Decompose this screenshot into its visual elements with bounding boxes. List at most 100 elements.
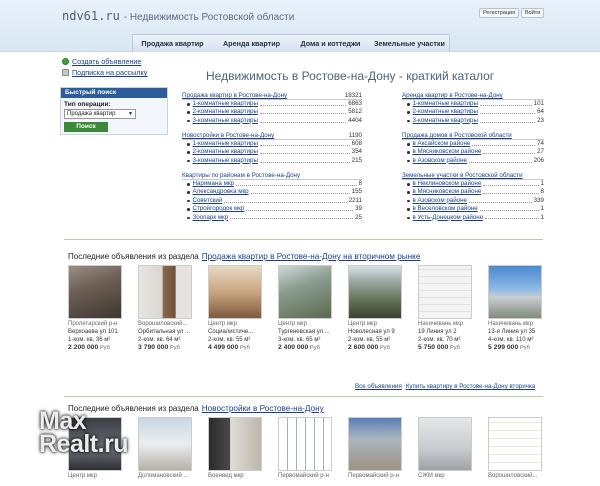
catalog-block-title[interactable]: Аренда квартир в Ростове-на-Дону: [402, 92, 503, 99]
catalog-item-link[interactable]: в Мясниковском районе: [413, 188, 482, 196]
listing-district: Нахичевань мкр: [488, 321, 534, 327]
listing-photo[interactable]: [208, 417, 262, 471]
catalog-item-link[interactable]: 1-комнатные квартиры: [413, 100, 478, 108]
dotted-leader: [483, 180, 539, 186]
catalog-block-title[interactable]: Новостройки в Ростове-на-Дону: [182, 132, 274, 139]
catalog-item-count: 4404: [348, 116, 362, 124]
catalog-block: Аренда квартир в Ростове-на-Дону 1-комнат…: [402, 92, 544, 125]
catalog-item-link[interactable]: в Мясниковском районе: [413, 148, 482, 156]
catalog-item-count: 5812: [348, 108, 362, 116]
listing-card[interactable]: Нахичевань мкр 19 Линия ул 2 2-ком. кв. 70…: [418, 265, 476, 351]
catalog-block-title[interactable]: Продажа домов в Ростовской области: [402, 132, 512, 139]
bullet-icon: [407, 216, 410, 220]
bullet-icon: [187, 151, 190, 154]
buy-apartment-link[interactable]: Купить квартиру в Ростове-на-Дону вторич…: [406, 383, 535, 390]
listing-card[interactable]: СЖМ мкр: [418, 417, 476, 480]
listing-details: 4-ком. кв. 110 м²: [488, 337, 534, 343]
listing-photo[interactable]: [348, 265, 402, 319]
catalog-block: Новостройки в Ростове-на-Дону 1190 1-комна…: [182, 132, 362, 165]
catalog-item-link[interactable]: 3-комнатные квартиры: [413, 117, 478, 125]
catalog-item-link[interactable]: 2-комнатные квартиры: [193, 148, 258, 156]
catalog-item: 3-комнатные квартиры 215: [182, 157, 362, 165]
catalog-item-link[interactable]: 2-комнатные квартиры: [193, 108, 258, 116]
catalog-item-link[interactable]: Нариманa мкр: [193, 180, 234, 188]
nav-tab-rent[interactable]: Аренда квартир: [212, 35, 291, 52]
all-ads-link[interactable]: Все объявления: [355, 383, 402, 390]
chevron-down-icon: ▼: [128, 111, 133, 117]
catalog-item: в Мясниковском районе 8: [402, 188, 544, 196]
listing-details: 2-ком. кв. 70 м²: [418, 337, 461, 343]
nav-tab-sale[interactable]: Продажа квартир: [133, 35, 212, 52]
listing-card[interactable]: Ворошиловский...: [488, 417, 546, 480]
catalog-item-link[interactable]: в Азовском районе: [413, 197, 467, 205]
catalog-item-link[interactable]: Стройгородок мкр: [193, 205, 245, 213]
listing-card[interactable]: Военвед мкр: [208, 417, 266, 480]
listing-photo[interactable]: [208, 265, 262, 319]
listing-card[interactable]: Центр мкр Социалистиче... 2-ком. кв. 55 м²…: [208, 265, 266, 351]
catalog-item-link[interactable]: 1-комнатные квартиры: [193, 100, 258, 108]
catalog-block-header: Продажа домов в Ростовской области: [402, 132, 544, 140]
catalog-block-title[interactable]: Земельные участки в Ростовской области: [402, 172, 523, 179]
dotted-leader: [259, 140, 350, 146]
catalog-item-link[interactable]: в Веселовском районе: [413, 205, 478, 213]
catalog-item-link[interactable]: 3-комнатные квартиры: [193, 117, 258, 125]
bullet-icon: [407, 183, 410, 186]
listing-photo[interactable]: [68, 265, 122, 319]
catalog-item-link[interactable]: в Аксайском районе: [413, 140, 471, 148]
add-ad-link[interactable]: Создать объявление: [62, 57, 141, 66]
listing-card[interactable]: Первомайский р-н: [278, 417, 336, 480]
login-button[interactable]: Войти: [521, 8, 545, 18]
listing-district: Центр мкр: [208, 321, 237, 327]
catalog-item-link[interactable]: в Усть-Донецком районе: [413, 214, 484, 222]
catalog-item-link[interactable]: Советский: [193, 197, 223, 205]
listing-photo[interactable]: [418, 417, 472, 471]
section-title-secondary: Последние объявления из раздела Продажа к…: [68, 252, 421, 261]
catalog-item-link[interactable]: в Неклиновском районе: [413, 180, 482, 188]
catalog-item-link[interactable]: 3-комнатные квартиры: [193, 157, 258, 165]
listing-card[interactable]: Нахичевань мкр 13-я Линия ул 35 4-ком. кв.…: [488, 265, 546, 351]
dotted-leader: [479, 205, 539, 212]
site-logo[interactable]: ndv61.ru - Недвижимость Ростовской област…: [62, 9, 294, 23]
dotted-leader: [468, 157, 532, 163]
catalog-block-title[interactable]: Продажа квартир в Ростове-на-Дону: [182, 92, 287, 99]
listing-card[interactable]: Ворошиловский... Орбитальная ул ... 2-ком.…: [138, 265, 196, 351]
subscribe-link[interactable]: Подписка на рассылку: [62, 68, 147, 77]
catalog-item-count: 354: [351, 148, 362, 156]
operation-type-select[interactable]: Продажа квартир ▼: [64, 109, 136, 119]
listing-photo[interactable]: [418, 265, 472, 319]
bullet-icon: [407, 151, 410, 154]
nav-tab-houses[interactable]: Дома и коттеджи: [291, 35, 370, 52]
main-nav: Продажа квартир Аренда квартир Дома и ко…: [132, 34, 450, 52]
listing-photo[interactable]: [138, 265, 192, 319]
listing-photo[interactable]: [278, 417, 332, 471]
operation-type-label: Тип операции:: [64, 101, 111, 108]
search-button[interactable]: Поиск: [64, 122, 108, 132]
listing-photo[interactable]: [348, 417, 402, 471]
register-button[interactable]: Регистрация: [479, 8, 520, 18]
listing-photo[interactable]: [488, 417, 542, 471]
nav-tab-land[interactable]: Земельные участки: [370, 35, 449, 52]
listing-photo[interactable]: [488, 265, 542, 319]
listing-street: Тургеневская ул ...: [278, 329, 330, 335]
catalog-block: Продажа домов в Ростовской области в Акса…: [402, 132, 544, 165]
catalog-item-link[interactable]: Зоопарк мкр: [193, 214, 229, 222]
catalog-item-link[interactable]: 2-комнатные квартиры: [413, 108, 478, 116]
catalog-item-link[interactable]: 1-комнатные квартиры: [193, 140, 258, 148]
watermark-logo: Max Realt.ru: [39, 407, 129, 458]
catalog-item: Стройгородок мкр 39: [182, 205, 362, 213]
listing-card[interactable]: Центр мкр Тургеневская ул ... 3-ком. кв. 6…: [278, 265, 336, 351]
listing-card[interactable]: Пролетарский р-н Верхоаева ул 101 1-ком. к…: [68, 265, 126, 351]
listing-details: 2-ком. кв. 64 м²: [138, 337, 181, 343]
listing-photo[interactable]: [138, 417, 192, 471]
catalog-item-link[interactable]: Александровка мкр: [193, 188, 249, 196]
listing-details: 2-ком. кв. 55 м²: [348, 337, 391, 343]
listing-photo[interactable]: [278, 265, 332, 319]
catalog-item-link[interactable]: в Азовском районе: [413, 157, 467, 165]
listing-card[interactable]: Доломановский ...: [138, 417, 196, 480]
section-link-secondary[interactable]: Продажа квартир в Ростове-на-Дону на вто…: [202, 252, 421, 261]
listing-card[interactable]: Первомайский р-н: [348, 417, 406, 480]
fast-search-title: Быстрый поиск: [61, 88, 167, 98]
listing-card[interactable]: Центр мкр Новолесная ул 9 2-ком. кв. 55 м²…: [348, 265, 406, 351]
section-link-new[interactable]: Новостройки в Ростове-на-Дону: [202, 404, 324, 413]
catalog-item: 1-комнатные квартиры 6863: [182, 100, 362, 108]
